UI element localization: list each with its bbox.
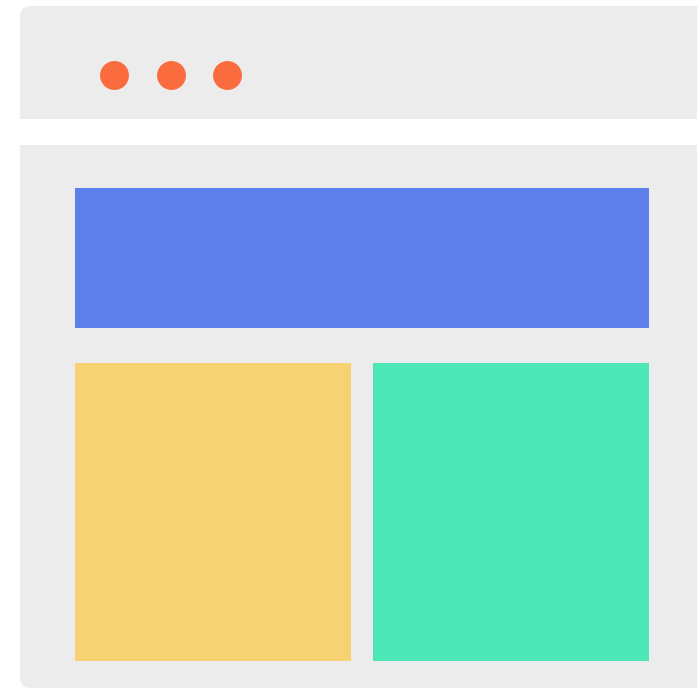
- window-control-dot-minimize[interactable]: [157, 61, 186, 90]
- window-control-dot-close[interactable]: [100, 61, 129, 90]
- header-content-block: [75, 188, 649, 328]
- left-content-block: [75, 363, 351, 661]
- right-content-block: [373, 363, 649, 661]
- window-control-dot-maximize[interactable]: [213, 61, 242, 90]
- browser-window-illustration: [0, 0, 697, 688]
